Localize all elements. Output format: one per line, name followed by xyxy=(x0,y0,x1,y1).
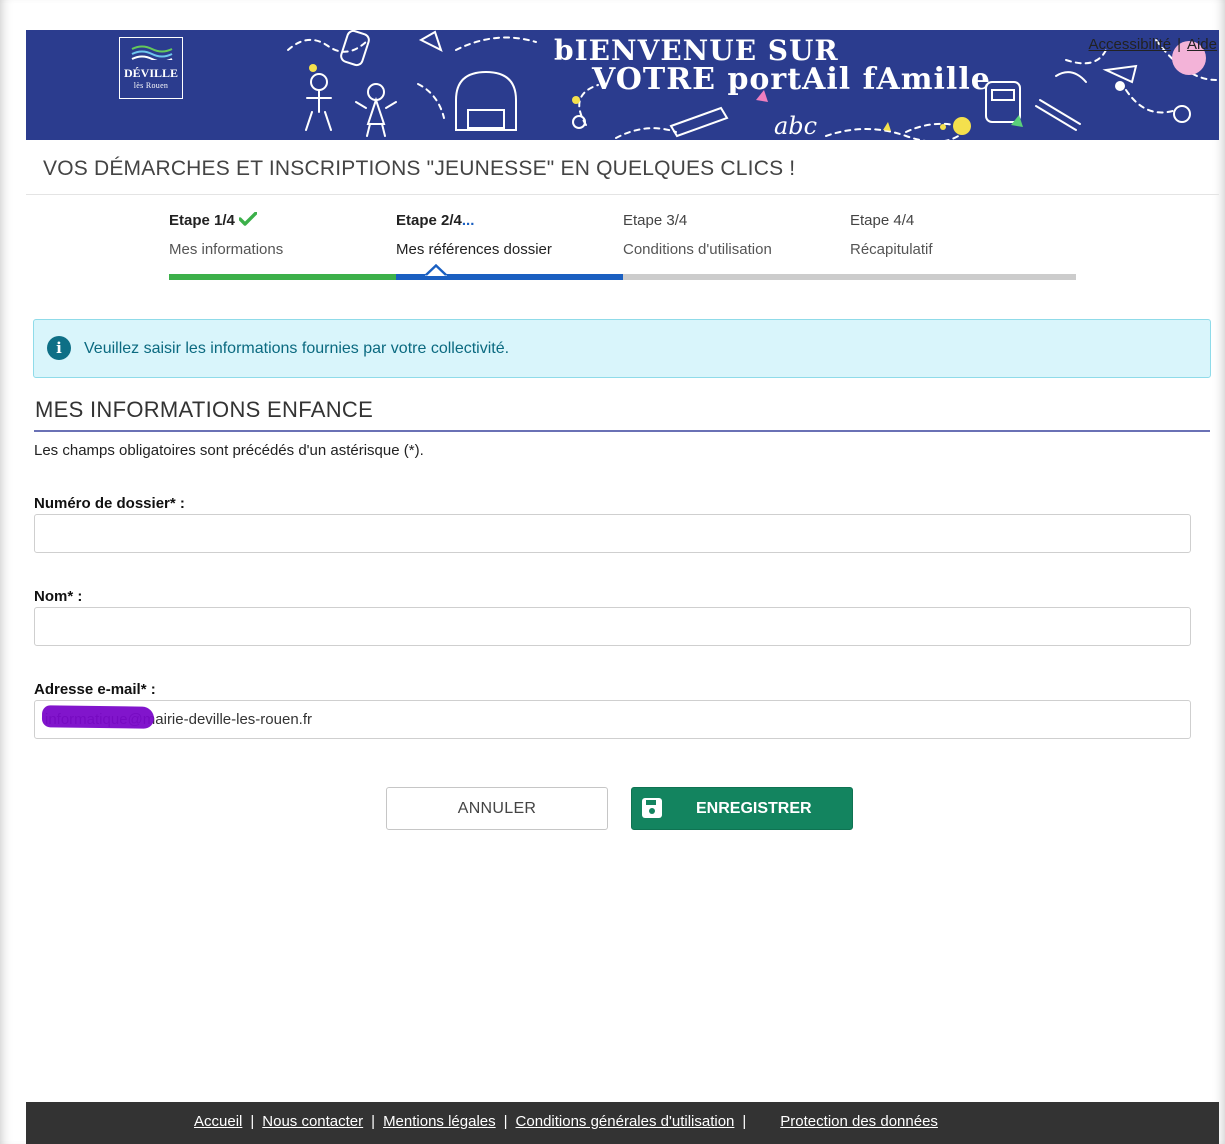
email-input[interactable] xyxy=(34,700,1191,739)
footer-link-contact[interactable]: Nous contacter xyxy=(262,1113,363,1130)
save-button[interactable]: ENREGISTRER xyxy=(631,787,853,830)
in-progress-dots: ... xyxy=(461,212,475,229)
section-divider xyxy=(34,430,1210,432)
help-link[interactable]: Aide xyxy=(1187,36,1217,53)
info-alert: i Veuillez saisir les informations fourn… xyxy=(33,319,1211,378)
footer-link-data-protection[interactable]: Protection des données xyxy=(780,1113,938,1130)
header-banner: abc DÉVILLE lès Rouen bIENVENUE SUR VOTR… xyxy=(26,30,1219,140)
file-number-input[interactable] xyxy=(34,514,1191,553)
step-3: Etape 3/4 Conditions d'utilisation xyxy=(623,212,850,258)
step-2-title: Etape 2/4... xyxy=(396,212,475,229)
banner-welcome-line2: VOTRE portAil fAmille xyxy=(592,62,991,97)
info-icon: i xyxy=(47,336,71,360)
waves-icon xyxy=(131,45,173,60)
footer-link-legal[interactable]: Mentions légales xyxy=(383,1113,496,1130)
info-alert-message: Veuillez saisir les informations fournie… xyxy=(84,340,510,357)
section-title: MES INFORMATIONS ENFANCE xyxy=(35,397,374,422)
name-input[interactable] xyxy=(34,607,1191,646)
step-1-title: Etape 1/4 xyxy=(169,212,396,229)
accessibility-link[interactable]: Accessibilité xyxy=(1089,36,1172,53)
footer-separator: | xyxy=(371,1113,376,1130)
footer-links: Accueil | Nous contacter | Mentions légales |… xyxy=(194,1113,938,1130)
email-label: Adresse e-mail* : xyxy=(34,681,156,698)
footer-separator: | xyxy=(250,1113,255,1130)
footer-separator: | xyxy=(742,1113,747,1130)
save-button-label: ENREGISTRER xyxy=(696,800,812,817)
step-1-subtitle: Mes informations xyxy=(169,241,284,258)
page: abc DÉVILLE lès Rouen bIENVENUE SUR VOTR… xyxy=(0,0,1225,1144)
required-fields-note: Les champs obligatoires sont précédés d'… xyxy=(34,442,424,459)
step-4: Etape 4/4 Récapitulatif xyxy=(850,212,1077,258)
page-tagline: VOS DÉMARCHES ET INSCRIPTIONS "JEUNESSE"… xyxy=(43,157,796,180)
svg-text:abc: abc xyxy=(774,112,817,140)
file-number-label: Numéro de dossier* : xyxy=(34,495,185,512)
logo-text-deville: DÉVILLE xyxy=(123,66,179,80)
step-4-subtitle: Récapitulatif xyxy=(850,241,933,258)
floppy-disk-icon xyxy=(642,798,662,818)
step-2-subtitle: Mes références dossier xyxy=(396,241,552,258)
top-links-separator: | xyxy=(1177,36,1181,53)
deville-les-rouen-logo: DÉVILLE lès Rouen xyxy=(119,37,183,99)
footer-link-home[interactable]: Accueil xyxy=(194,1113,242,1130)
progress-bar-remaining xyxy=(623,274,1076,280)
step-3-title: Etape 3/4 xyxy=(623,212,688,229)
check-icon xyxy=(238,212,257,226)
redaction-mark xyxy=(41,705,155,729)
name-label: Nom* : xyxy=(34,588,83,605)
footer-separator: | xyxy=(503,1113,508,1130)
footer: Accueil | Nous contacter | Mentions légales |… xyxy=(26,1102,1219,1144)
step-4-title: Etape 4/4 xyxy=(850,212,915,229)
divider xyxy=(26,194,1219,195)
step-2: Etape 2/4... Mes références dossier xyxy=(396,212,623,258)
step-3-subtitle: Conditions d'utilisation xyxy=(623,241,772,258)
progress-bar-step-1 xyxy=(169,274,396,280)
step-1: Etape 1/4 Mes informations xyxy=(169,212,396,258)
footer-link-terms[interactable]: Conditions générales d'utilisation xyxy=(516,1113,735,1130)
logo-text-les-rouen: lès Rouen xyxy=(133,81,169,90)
active-step-caret-icon xyxy=(425,264,447,276)
cancel-button[interactable]: ANNULER xyxy=(386,787,608,830)
top-links: Accessibilité | Aide xyxy=(1089,36,1217,53)
